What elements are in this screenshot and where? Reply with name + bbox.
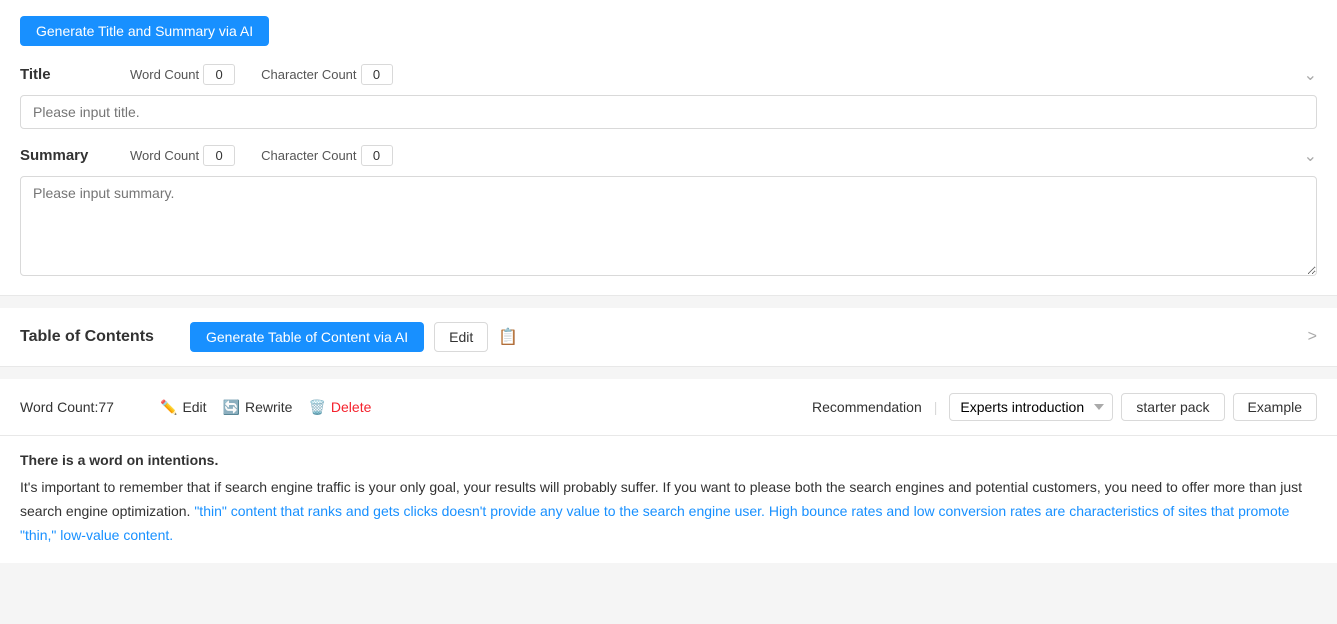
rewrite-label: Rewrite [245, 399, 292, 415]
title-char-count-label: Character Count [261, 67, 356, 82]
title-input[interactable] [20, 95, 1317, 129]
content-text: It's important to remember that if searc… [20, 476, 1317, 547]
rewrite-icon: 🔄 [223, 399, 240, 416]
separator-2 [0, 367, 1337, 379]
title-char-count-group: Character Count 0 [261, 64, 392, 85]
title-word-count-group: Word Count 0 [130, 64, 235, 85]
title-chevron-icon[interactable]: ⌄ [1304, 65, 1317, 85]
title-word-count-label: Word Count [130, 67, 199, 82]
edit-icon: ✏️ [160, 399, 177, 416]
content-heading: There is a word on intentions. [20, 452, 1317, 468]
generate-toc-button[interactable]: Generate Table of Content via AI [190, 322, 424, 352]
title-field-row: Title Word Count 0 Character Count 0 ⌄ [20, 64, 1317, 85]
word-count-bar: Word Count:77 ✏️ Edit 🔄 Rewrite 🗑️ Delet… [0, 379, 1337, 436]
toc-label: Table of Contents [20, 328, 180, 346]
content-body: There is a word on intentions. It's impo… [0, 436, 1337, 563]
toc-section: Table of Contents Generate Table of Cont… [0, 308, 1337, 367]
edit-button[interactable]: ✏️ Edit [160, 399, 207, 416]
starter-pack-button[interactable]: starter pack [1121, 393, 1224, 421]
summary-chevron-icon[interactable]: ⌄ [1304, 146, 1317, 166]
summary-word-count-value: 0 [203, 145, 235, 166]
example-button[interactable]: Example [1233, 393, 1317, 421]
delete-button[interactable]: 🗑️ Delete [308, 399, 371, 416]
summary-field-row: Summary Word Count 0 Character Count 0 ⌄ [20, 145, 1317, 166]
separator-1 [0, 296, 1337, 308]
generate-title-summary-button[interactable]: Generate Title and Summary via AI [20, 16, 269, 46]
delete-icon: 🗑️ [308, 399, 325, 416]
word-count-text: Word Count:77 [20, 399, 140, 415]
word-count-label: Word Count: [20, 399, 98, 415]
edit-label: Edit [182, 399, 206, 415]
copy-icon[interactable]: 📋 [498, 327, 518, 347]
word-count-value: 77 [98, 399, 114, 415]
summary-char-count-value: 0 [361, 145, 393, 166]
title-word-count-value: 0 [203, 64, 235, 85]
toc-chevron-icon[interactable]: > [1308, 328, 1317, 346]
toc-edit-button[interactable]: Edit [434, 322, 488, 352]
delete-label: Delete [331, 399, 371, 415]
recommendation-pipe: | [934, 399, 938, 415]
summary-word-count-label: Word Count [130, 148, 199, 163]
content-text-blue: "thin" content that ranks and gets click… [20, 503, 1289, 543]
summary-char-count-group: Character Count 0 [261, 145, 392, 166]
recommendation-label: Recommendation [812, 399, 922, 415]
action-group: ✏️ Edit 🔄 Rewrite 🗑️ Delete [160, 399, 371, 416]
summary-word-count-group: Word Count 0 [130, 145, 235, 166]
recommendation-dropdown[interactable]: Experts introduction Beginners General [949, 393, 1113, 421]
recommendation-group: Recommendation | Experts introduction Be… [812, 393, 1317, 421]
title-label: Title [20, 66, 120, 83]
title-char-count-value: 0 [361, 64, 393, 85]
summary-char-count-label: Character Count [261, 148, 356, 163]
summary-textarea[interactable] [20, 176, 1317, 276]
summary-label: Summary [20, 147, 120, 164]
rewrite-button[interactable]: 🔄 Rewrite [223, 399, 293, 416]
